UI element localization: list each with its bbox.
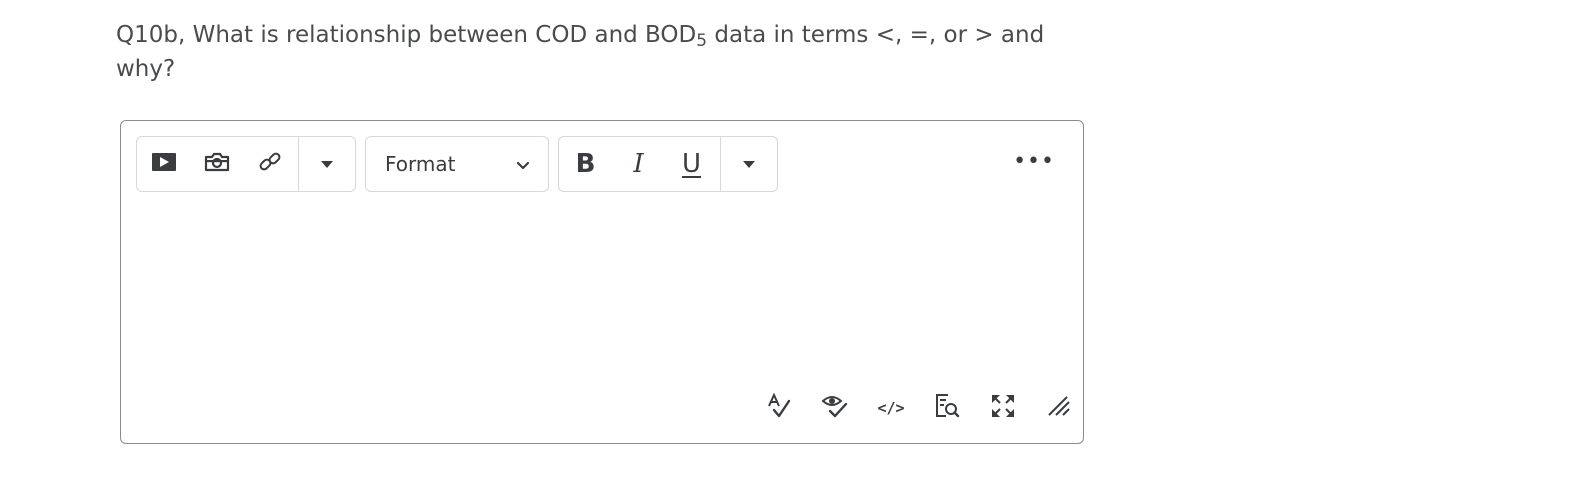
caret-down-icon: [743, 160, 756, 168]
question-text: Q10b, What is relationship between COD a…: [116, 18, 1076, 86]
link-icon: [257, 149, 283, 179]
accessibility-check-icon: [821, 393, 849, 423]
italic-button[interactable]: I: [612, 137, 665, 191]
format-dropdown[interactable]: Format: [366, 137, 548, 191]
chevron-down-icon: [516, 152, 530, 176]
source-code-button[interactable]: </>: [863, 393, 919, 423]
insert-image-button[interactable]: [190, 137, 243, 191]
insert-link-button[interactable]: [243, 137, 296, 191]
camera-icon: [204, 152, 230, 176]
preview-button[interactable]: [919, 393, 975, 423]
question-text-main: Q10b, What is relationship between COD a…: [116, 22, 697, 48]
insert-stuff-button[interactable]: [137, 137, 190, 191]
editor-status-bar: </>: [751, 392, 1087, 423]
play-icon: [151, 152, 177, 176]
accessibility-check-button[interactable]: [807, 393, 863, 423]
resize-handle[interactable]: [1031, 393, 1087, 423]
insert-buttons: [137, 137, 300, 191]
text-style-more-dropdown[interactable]: [721, 137, 777, 191]
spellcheck-icon: [766, 392, 792, 423]
bold-button[interactable]: B: [559, 137, 612, 191]
caret-down-icon: [321, 160, 334, 168]
source-code-icon: </>: [877, 399, 905, 417]
more-actions-button[interactable]: •••: [1013, 151, 1055, 173]
insert-more-dropdown[interactable]: [299, 137, 355, 191]
underline-button[interactable]: U: [665, 137, 718, 191]
format-dropdown-label: Format: [385, 152, 456, 176]
text-style-buttons: B I U: [559, 137, 722, 191]
fullscreen-icon: [990, 393, 1016, 423]
format-dropdown-group: Format: [365, 136, 549, 192]
preview-icon: [934, 393, 960, 423]
text-style-toolbar-group: B I U: [558, 136, 778, 192]
insert-toolbar-group: [136, 136, 356, 192]
resize-handle-icon: [1046, 393, 1072, 423]
spellcheck-button[interactable]: [751, 392, 807, 423]
question-subscript: 5: [696, 31, 708, 51]
fullscreen-button[interactable]: [975, 393, 1031, 423]
rich-text-editor[interactable]: Format B I U ••• </>: [120, 120, 1084, 444]
